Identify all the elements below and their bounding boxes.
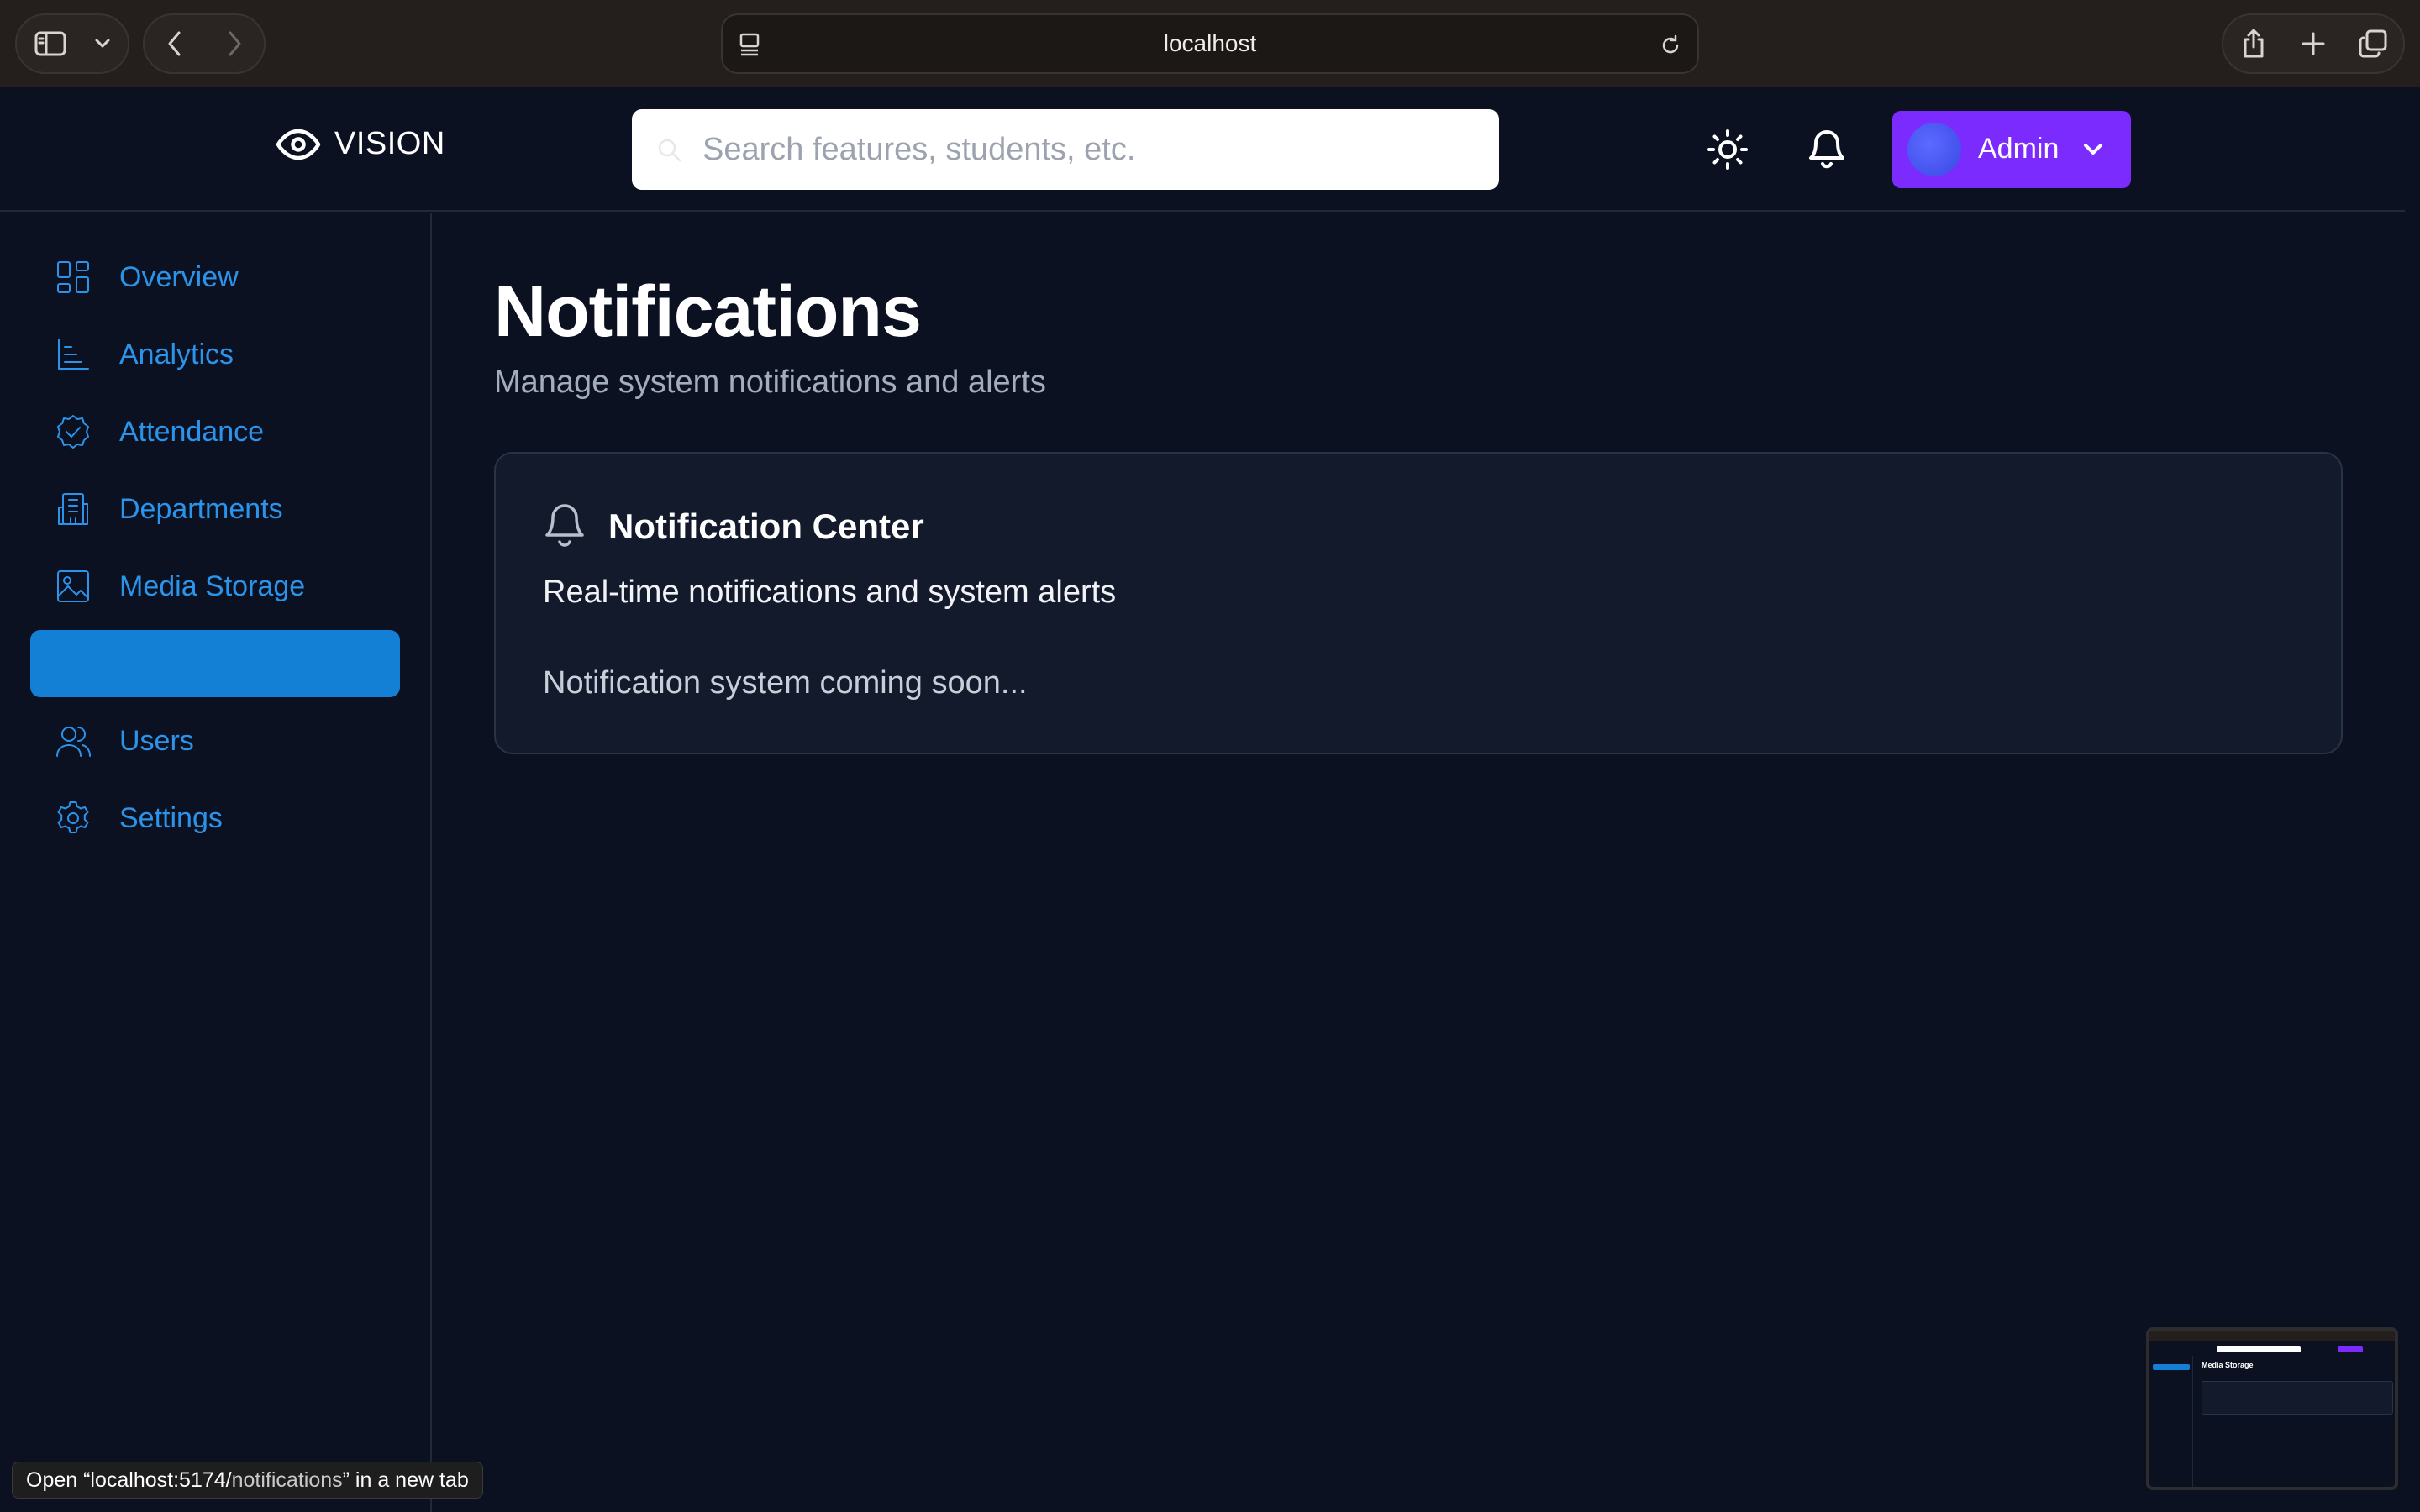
status-path: notifications bbox=[231, 1467, 343, 1492]
thumbnail-card bbox=[2202, 1381, 2393, 1415]
thumbnail-sidebar bbox=[2149, 1356, 2193, 1487]
url-text: localhost bbox=[1163, 30, 1257, 56]
sidebar-item-label: Users bbox=[119, 724, 194, 757]
chevron-down-icon bbox=[95, 39, 110, 48]
new-tab-button[interactable] bbox=[2283, 15, 2343, 72]
browser-toolbar: localhost bbox=[0, 0, 2420, 87]
sidebar-item-label: Media Storage bbox=[119, 570, 306, 602]
reload-icon[interactable] bbox=[1659, 34, 1682, 57]
history-nav-group bbox=[143, 13, 266, 74]
card-description: Real-time notifications and system alert… bbox=[543, 575, 1117, 610]
chevron-down-icon bbox=[2084, 144, 2102, 155]
sidebar-item-users[interactable]: Users bbox=[30, 707, 400, 774]
back-button[interactable] bbox=[145, 15, 204, 72]
share-button[interactable] bbox=[2223, 15, 2283, 72]
sidebar-item-label: Departments bbox=[119, 492, 283, 525]
notification-center-card: Notification Center Real-time notificati… bbox=[494, 452, 2343, 754]
user-menu-button[interactable]: Admin bbox=[1892, 111, 2131, 188]
app-header: VISION Admin bbox=[0, 87, 2405, 212]
sidebar-item-media-storage[interactable]: Media Storage bbox=[30, 553, 400, 620]
link-status-bar: Open “localhost:5174/notifications” in a… bbox=[12, 1462, 483, 1499]
card-title: Notification Center bbox=[608, 507, 924, 546]
avatar bbox=[1907, 123, 1961, 176]
sidebar-item-notifications[interactable] bbox=[30, 630, 400, 697]
tab-group-menu-button[interactable] bbox=[84, 15, 121, 72]
user-name: Admin bbox=[1978, 133, 2060, 165]
sidebar-item-departments[interactable]: Departments bbox=[30, 475, 400, 543]
page-subtitle: Manage system notifications and alerts bbox=[494, 365, 1046, 400]
sidebar: Overview Analytics Attendance Department… bbox=[0, 213, 432, 1512]
tab-overview-button[interactable] bbox=[2344, 15, 2403, 72]
sidebar-icon bbox=[34, 31, 66, 56]
card-body-text: Notification system coming soon... bbox=[543, 665, 1028, 701]
status-suffix: ” in a new tab bbox=[342, 1467, 469, 1492]
sidebar-item-label: Overview bbox=[119, 260, 239, 293]
sidebar-item-label: Settings bbox=[119, 801, 223, 834]
gear-icon bbox=[52, 797, 94, 839]
thumbnail-toolbar bbox=[2149, 1331, 2395, 1341]
app-logo[interactable]: VISION bbox=[276, 126, 445, 162]
bar-chart-icon bbox=[52, 333, 94, 375]
chevron-left-icon bbox=[168, 31, 180, 56]
notifications-button[interactable] bbox=[1802, 124, 1852, 175]
bell-icon bbox=[545, 504, 584, 547]
sun-icon bbox=[1707, 129, 1748, 170]
dashboard-icon bbox=[52, 256, 94, 298]
page-title: Notifications bbox=[494, 271, 922, 352]
sidebar-toggle-group bbox=[15, 13, 129, 74]
window-actions-group bbox=[2222, 13, 2405, 74]
sidebar-item-label: Analytics bbox=[119, 338, 234, 370]
sidebar-item-analytics[interactable]: Analytics bbox=[30, 321, 400, 388]
screenshot-thumbnail[interactable]: Media Storage bbox=[2146, 1327, 2398, 1490]
sidebar-item-settings[interactable]: Settings bbox=[30, 785, 400, 852]
thumbnail-search bbox=[2217, 1346, 2301, 1352]
badge-check-icon bbox=[52, 411, 94, 453]
card-header: Notification Center bbox=[543, 502, 924, 551]
sidebar-toggle-button[interactable] bbox=[17, 15, 84, 72]
search-icon bbox=[658, 139, 681, 162]
address-bar[interactable]: localhost bbox=[721, 13, 1699, 74]
users-icon bbox=[52, 720, 94, 762]
search-box[interactable] bbox=[632, 109, 1499, 190]
building-icon bbox=[52, 488, 94, 530]
thumbnail-user-button bbox=[2338, 1346, 2363, 1352]
sidebar-item-label: Attendance bbox=[119, 415, 265, 448]
plus-icon bbox=[2302, 32, 2325, 55]
eye-icon bbox=[276, 129, 321, 160]
status-prefix: Open “localhost:5174/ bbox=[26, 1467, 232, 1492]
tabs-overview-icon bbox=[2359, 29, 2387, 58]
sidebar-item-overview[interactable]: Overview bbox=[30, 244, 400, 311]
bell-icon bbox=[1809, 130, 1844, 169]
thumbnail-active-item bbox=[2153, 1364, 2190, 1370]
sidebar-item-attendance[interactable]: Attendance bbox=[30, 398, 400, 465]
chevron-right-icon bbox=[229, 31, 240, 56]
thumbnail-title: Media Storage bbox=[2202, 1361, 2254, 1369]
image-icon bbox=[52, 565, 94, 607]
forward-button[interactable] bbox=[204, 15, 264, 72]
theme-toggle-button[interactable] bbox=[1702, 124, 1753, 175]
share-icon bbox=[2244, 29, 2264, 58]
logo-text: VISION bbox=[334, 126, 445, 161]
search-input[interactable] bbox=[702, 124, 1459, 175]
